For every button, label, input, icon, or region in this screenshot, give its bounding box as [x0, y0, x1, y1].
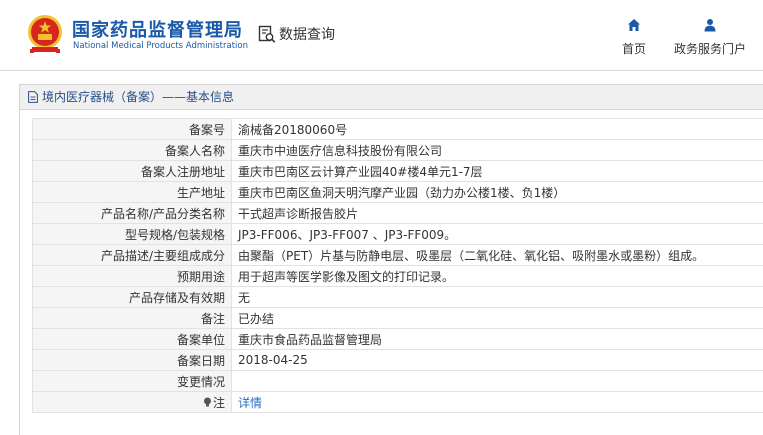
row-value: 详情 — [232, 392, 763, 413]
row-label: 备案人注册地址 — [33, 161, 232, 182]
row-value: JP3-FF006、JP3-FF007 、JP3-FF009。 — [232, 224, 763, 245]
row-value — [232, 371, 763, 392]
user-icon — [703, 18, 717, 32]
row-label: 备案人名称 — [33, 140, 232, 161]
table-row: 备案单位重庆市食品药品监督管理局 — [33, 329, 763, 350]
nav-portal-label: 政务服务门户 — [674, 42, 746, 56]
table-row: 备案号渝械备20180060号 — [33, 119, 763, 140]
table-row: 型号规格/包装规格JP3-FF006、JP3-FF007 、JP3-FF009。 — [33, 224, 763, 245]
nav-service-portal[interactable]: 政务服务门户 — [670, 18, 750, 57]
row-label: 产品名称/产品分类名称 — [33, 203, 232, 224]
site-header: 国家药品监督管理局 National Medical Products Admi… — [0, 0, 763, 70]
row-label: 型号规格/包装规格 — [33, 224, 232, 245]
data-query-label: 数据查询 — [279, 24, 335, 44]
table-row: 变更情况 — [33, 371, 763, 392]
logo-title-en: National Medical Products Administration — [73, 41, 248, 51]
row-value: 2018-04-25 — [232, 350, 763, 371]
nav-home[interactable]: 首页 — [618, 18, 650, 57]
table-row: 产品描述/主要组成成分由聚酯（PET）片基与防静电层、吸墨层（二氧化硅、氧化铝、… — [33, 245, 763, 266]
row-value: 渝械备20180060号 — [232, 119, 763, 140]
document-icon — [28, 91, 38, 103]
table-row: 产品存储及有效期无 — [33, 287, 763, 308]
note-label: 注 — [213, 396, 225, 410]
row-label: 备注 — [33, 308, 232, 329]
row-label: 变更情况 — [33, 371, 232, 392]
row-label: 预期用途 — [33, 266, 232, 287]
row-value: 重庆市中迪医疗信息科技股份有限公司 — [232, 140, 763, 161]
panel-title-text: 境内医疗器械（备案）——基本信息 — [42, 85, 234, 109]
table-row: 备注已办结 — [33, 308, 763, 329]
row-value: 已办结 — [232, 308, 763, 329]
info-panel: 境内医疗器械（备案）——基本信息 备案号渝械备20180060号 备案人名称重庆… — [19, 84, 763, 435]
row-value: 重庆市巴南区云计算产业园40#楼4单元1-7层 — [232, 161, 763, 182]
details-link[interactable]: 详情 — [238, 396, 262, 410]
national-emblem-icon — [26, 14, 64, 54]
row-value: 无 — [232, 287, 763, 308]
header-divider — [0, 70, 763, 71]
nav-home-label: 首页 — [622, 42, 646, 56]
row-value: 重庆市食品药品监督管理局 — [232, 329, 763, 350]
table-row: 备案日期2018-04-25 — [33, 350, 763, 371]
row-label: 产品存储及有效期 — [33, 287, 232, 308]
info-table: 备案号渝械备20180060号 备案人名称重庆市中迪医疗信息科技股份有限公司 备… — [32, 118, 763, 413]
row-label: 生产地址 — [33, 182, 232, 203]
table-row: 预期用途用于超声等医学影像及图文的打印记录。 — [33, 266, 763, 287]
table-row: 备案人名称重庆市中迪医疗信息科技股份有限公司 — [33, 140, 763, 161]
row-label: 注 — [33, 392, 232, 413]
table-row: 注 详情 — [33, 392, 763, 413]
data-query-link[interactable]: 数据查询 — [258, 24, 335, 44]
table-row: 备案人注册地址重庆市巴南区云计算产业园40#楼4单元1-7层 — [33, 161, 763, 182]
row-value: 干式超声诊断报告胶片 — [232, 203, 763, 224]
logo-title-cn: 国家药品监督管理局 — [72, 16, 243, 42]
table-row: 生产地址重庆市巴南区鱼洞天明汽摩产业园（劲力办公楼1楼、负1楼） — [33, 182, 763, 203]
row-value: 用于超声等医学影像及图文的打印记录。 — [232, 266, 763, 287]
table-row: 产品名称/产品分类名称干式超声诊断报告胶片 — [33, 203, 763, 224]
row-value: 重庆市巴南区鱼洞天明汽摩产业园（劲力办公楼1楼、负1楼） — [232, 182, 763, 203]
home-icon — [627, 18, 641, 32]
row-label: 备案日期 — [33, 350, 232, 371]
row-label: 备案号 — [33, 119, 232, 140]
lightbulb-icon — [203, 397, 212, 408]
row-value: 由聚酯（PET）片基与防静电层、吸墨层（二氧化硅、氧化铝、吸附墨水或墨粉）组成。 — [232, 245, 763, 266]
search-document-icon — [258, 25, 276, 43]
panel-title: 境内医疗器械（备案）——基本信息 — [20, 85, 763, 110]
row-label: 产品描述/主要组成成分 — [33, 245, 232, 266]
row-label: 备案单位 — [33, 329, 232, 350]
